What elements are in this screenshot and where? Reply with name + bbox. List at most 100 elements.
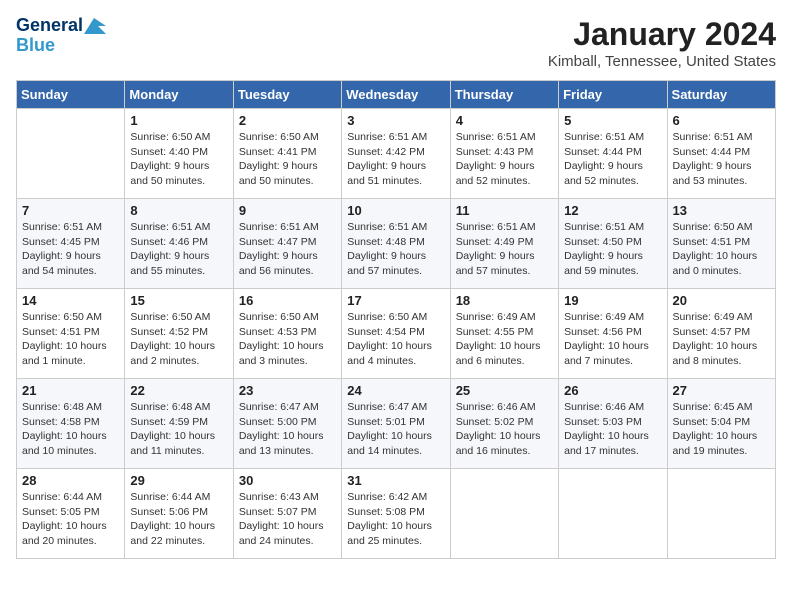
logo-general: General — [16, 15, 83, 35]
calendar-cell: 10Sunrise: 6:51 AM Sunset: 4:48 PM Dayli… — [342, 199, 450, 289]
calendar-cell: 19 Sunrise: 6:49 AM Sunset: 4:56 PM Dayli… — [559, 289, 667, 379]
calendar-cell: 23 Sunrise: 6:47 AM Sunset: 5:00 PM Dayli… — [233, 379, 341, 469]
day-info: Sunrise: 6:51 AM Sunset: 4:44 PM Dayligh… — [564, 130, 661, 189]
day-info: Sunrise: 6:51 AM Sunset: 4:50 PM Dayligh… — [564, 220, 661, 279]
day-number: 15 — [130, 293, 227, 308]
day-info: Sunrise: 6:51 AM Sunset: 4:48 PM Dayligh… — [347, 220, 444, 279]
col-header-tuesday: Tuesday — [233, 81, 341, 109]
calendar-cell: 3 Sunrise: 6:51 AM Sunset: 4:42 PM Daylig… — [342, 109, 450, 199]
logo-bird-icon — [84, 18, 106, 34]
day-number: 27 — [673, 383, 770, 398]
calendar-cell: 12 Sunrise: 6:51 AM Sunset: 4:50 PM Dayli… — [559, 199, 667, 289]
col-header-thursday: Thursday — [450, 81, 558, 109]
col-header-monday: Monday — [125, 81, 233, 109]
calendar-cell: 27 Sunrise: 6:45 AM Sunset: 5:04 PM Dayli… — [667, 379, 775, 469]
day-info: Sunrise: 6:44 AM Sunset: 5:06 PM Dayligh… — [130, 490, 227, 549]
day-number: 19 — [564, 293, 661, 308]
day-info: Sunrise: 6:50 AM Sunset: 4:40 PM Dayligh… — [130, 130, 227, 189]
col-header-sunday: Sunday — [17, 81, 125, 109]
calendar-cell: 25Sunrise: 6:46 AM Sunset: 5:02 PM Dayli… — [450, 379, 558, 469]
calendar-cell: 20 Sunrise: 6:49 AM Sunset: 4:57 PM Dayli… — [667, 289, 775, 379]
day-info: Sunrise: 6:49 AM Sunset: 4:56 PM Dayligh… — [564, 310, 661, 369]
day-number: 4 — [456, 113, 553, 128]
calendar-cell: 1 Sunrise: 6:50 AM Sunset: 4:40 PM Daylig… — [125, 109, 233, 199]
day-number: 22 — [130, 383, 227, 398]
calendar-week-2: 7 Sunrise: 6:51 AM Sunset: 4:45 PM Daylig… — [17, 199, 776, 289]
day-info: Sunrise: 6:42 AM Sunset: 5:08 PM Dayligh… — [347, 490, 444, 549]
day-info: Sunrise: 6:49 AM Sunset: 4:55 PM Dayligh… — [456, 310, 553, 369]
calendar-cell: 30Sunrise: 6:43 AM Sunset: 5:07 PM Dayli… — [233, 469, 341, 559]
day-number: 17 — [347, 293, 444, 308]
day-number: 31 — [347, 473, 444, 488]
calendar-cell: 5 Sunrise: 6:51 AM Sunset: 4:44 PM Daylig… — [559, 109, 667, 199]
day-info: Sunrise: 6:43 AM Sunset: 5:07 PM Dayligh… — [239, 490, 336, 549]
day-info: Sunrise: 6:51 AM Sunset: 4:44 PM Dayligh… — [673, 130, 770, 189]
day-number: 28 — [22, 473, 119, 488]
calendar-week-3: 14 Sunrise: 6:50 AM Sunset: 4:51 PM Dayli… — [17, 289, 776, 379]
day-number: 3 — [347, 113, 444, 128]
calendar-cell: 6 Sunrise: 6:51 AM Sunset: 4:44 PM Daylig… — [667, 109, 775, 199]
day-number: 14 — [22, 293, 119, 308]
day-info: Sunrise: 6:47 AM Sunset: 5:01 PM Dayligh… — [347, 400, 444, 459]
calendar-title: January 2024 — [548, 16, 776, 53]
day-info: Sunrise: 6:51 AM Sunset: 4:46 PM Dayligh… — [130, 220, 227, 279]
day-number: 7 — [22, 203, 119, 218]
calendar-cell: 9 Sunrise: 6:51 AM Sunset: 4:47 PM Daylig… — [233, 199, 341, 289]
calendar-cell: 11 Sunrise: 6:51 AM Sunset: 4:49 PM Dayli… — [450, 199, 558, 289]
day-info: Sunrise: 6:44 AM Sunset: 5:05 PM Dayligh… — [22, 490, 119, 549]
day-number: 13 — [673, 203, 770, 218]
calendar-week-4: 21Sunrise: 6:48 AM Sunset: 4:58 PM Dayli… — [17, 379, 776, 469]
day-number: 26 — [564, 383, 661, 398]
day-info: Sunrise: 6:47 AM Sunset: 5:00 PM Dayligh… — [239, 400, 336, 459]
day-number: 18 — [456, 293, 553, 308]
day-info: Sunrise: 6:51 AM Sunset: 4:49 PM Dayligh… — [456, 220, 553, 279]
day-number: 12 — [564, 203, 661, 218]
logo-text: General — [16, 16, 106, 36]
day-info: Sunrise: 6:50 AM Sunset: 4:52 PM Dayligh… — [130, 310, 227, 369]
calendar-cell — [450, 469, 558, 559]
calendar-cell: 14 Sunrise: 6:50 AM Sunset: 4:51 PM Dayli… — [17, 289, 125, 379]
day-info: Sunrise: 6:50 AM Sunset: 4:51 PM Dayligh… — [22, 310, 119, 369]
calendar-week-5: 28 Sunrise: 6:44 AM Sunset: 5:05 PM Dayli… — [17, 469, 776, 559]
day-info: Sunrise: 6:49 AM Sunset: 4:57 PM Dayligh… — [673, 310, 770, 369]
day-number: 20 — [673, 293, 770, 308]
day-number: 23 — [239, 383, 336, 398]
calendar-cell: 4Sunrise: 6:51 AM Sunset: 4:43 PM Daylig… — [450, 109, 558, 199]
day-info: Sunrise: 6:50 AM Sunset: 4:51 PM Dayligh… — [673, 220, 770, 279]
calendar-cell: 18 Sunrise: 6:49 AM Sunset: 4:55 PM Dayli… — [450, 289, 558, 379]
header: General Blue January 2024 Kimball, Tenne… — [16, 16, 776, 70]
day-number: 2 — [239, 113, 336, 128]
day-info: Sunrise: 6:51 AM Sunset: 4:42 PM Dayligh… — [347, 130, 444, 189]
day-number: 5 — [564, 113, 661, 128]
calendar-cell — [667, 469, 775, 559]
day-info: Sunrise: 6:45 AM Sunset: 5:04 PM Dayligh… — [673, 400, 770, 459]
day-number: 24 — [347, 383, 444, 398]
col-header-friday: Friday — [559, 81, 667, 109]
day-number: 1 — [130, 113, 227, 128]
day-info: Sunrise: 6:51 AM Sunset: 4:45 PM Dayligh… — [22, 220, 119, 279]
day-number: 9 — [239, 203, 336, 218]
calendar-cell: 24 Sunrise: 6:47 AM Sunset: 5:01 PM Dayli… — [342, 379, 450, 469]
calendar-cell — [17, 109, 125, 199]
day-info: Sunrise: 6:48 AM Sunset: 4:59 PM Dayligh… — [130, 400, 227, 459]
calendar-cell: 22 Sunrise: 6:48 AM Sunset: 4:59 PM Dayli… — [125, 379, 233, 469]
calendar-cell: 7 Sunrise: 6:51 AM Sunset: 4:45 PM Daylig… — [17, 199, 125, 289]
calendar-cell: 31 Sunrise: 6:42 AM Sunset: 5:08 PM Dayli… — [342, 469, 450, 559]
day-number: 29 — [130, 473, 227, 488]
calendar-cell: 2Sunrise: 6:50 AM Sunset: 4:41 PM Daylig… — [233, 109, 341, 199]
day-info: Sunrise: 6:51 AM Sunset: 4:47 PM Dayligh… — [239, 220, 336, 279]
logo: General Blue — [16, 16, 106, 56]
day-info: Sunrise: 6:46 AM Sunset: 5:03 PM Dayligh… — [564, 400, 661, 459]
calendar-subtitle: Kimball, Tennessee, United States — [548, 53, 776, 70]
logo-blue-text: Blue — [16, 36, 55, 56]
calendar-cell: 17Sunrise: 6:50 AM Sunset: 4:54 PM Dayli… — [342, 289, 450, 379]
calendar-cell: 13 Sunrise: 6:50 AM Sunset: 4:51 PM Dayli… — [667, 199, 775, 289]
day-number: 16 — [239, 293, 336, 308]
day-number: 6 — [673, 113, 770, 128]
calendar-cell: 16Sunrise: 6:50 AM Sunset: 4:53 PM Dayli… — [233, 289, 341, 379]
calendar-cell: 28 Sunrise: 6:44 AM Sunset: 5:05 PM Dayli… — [17, 469, 125, 559]
day-number: 25 — [456, 383, 553, 398]
col-header-wednesday: Wednesday — [342, 81, 450, 109]
day-number: 11 — [456, 203, 553, 218]
calendar-cell: 8Sunrise: 6:51 AM Sunset: 4:46 PM Daylig… — [125, 199, 233, 289]
